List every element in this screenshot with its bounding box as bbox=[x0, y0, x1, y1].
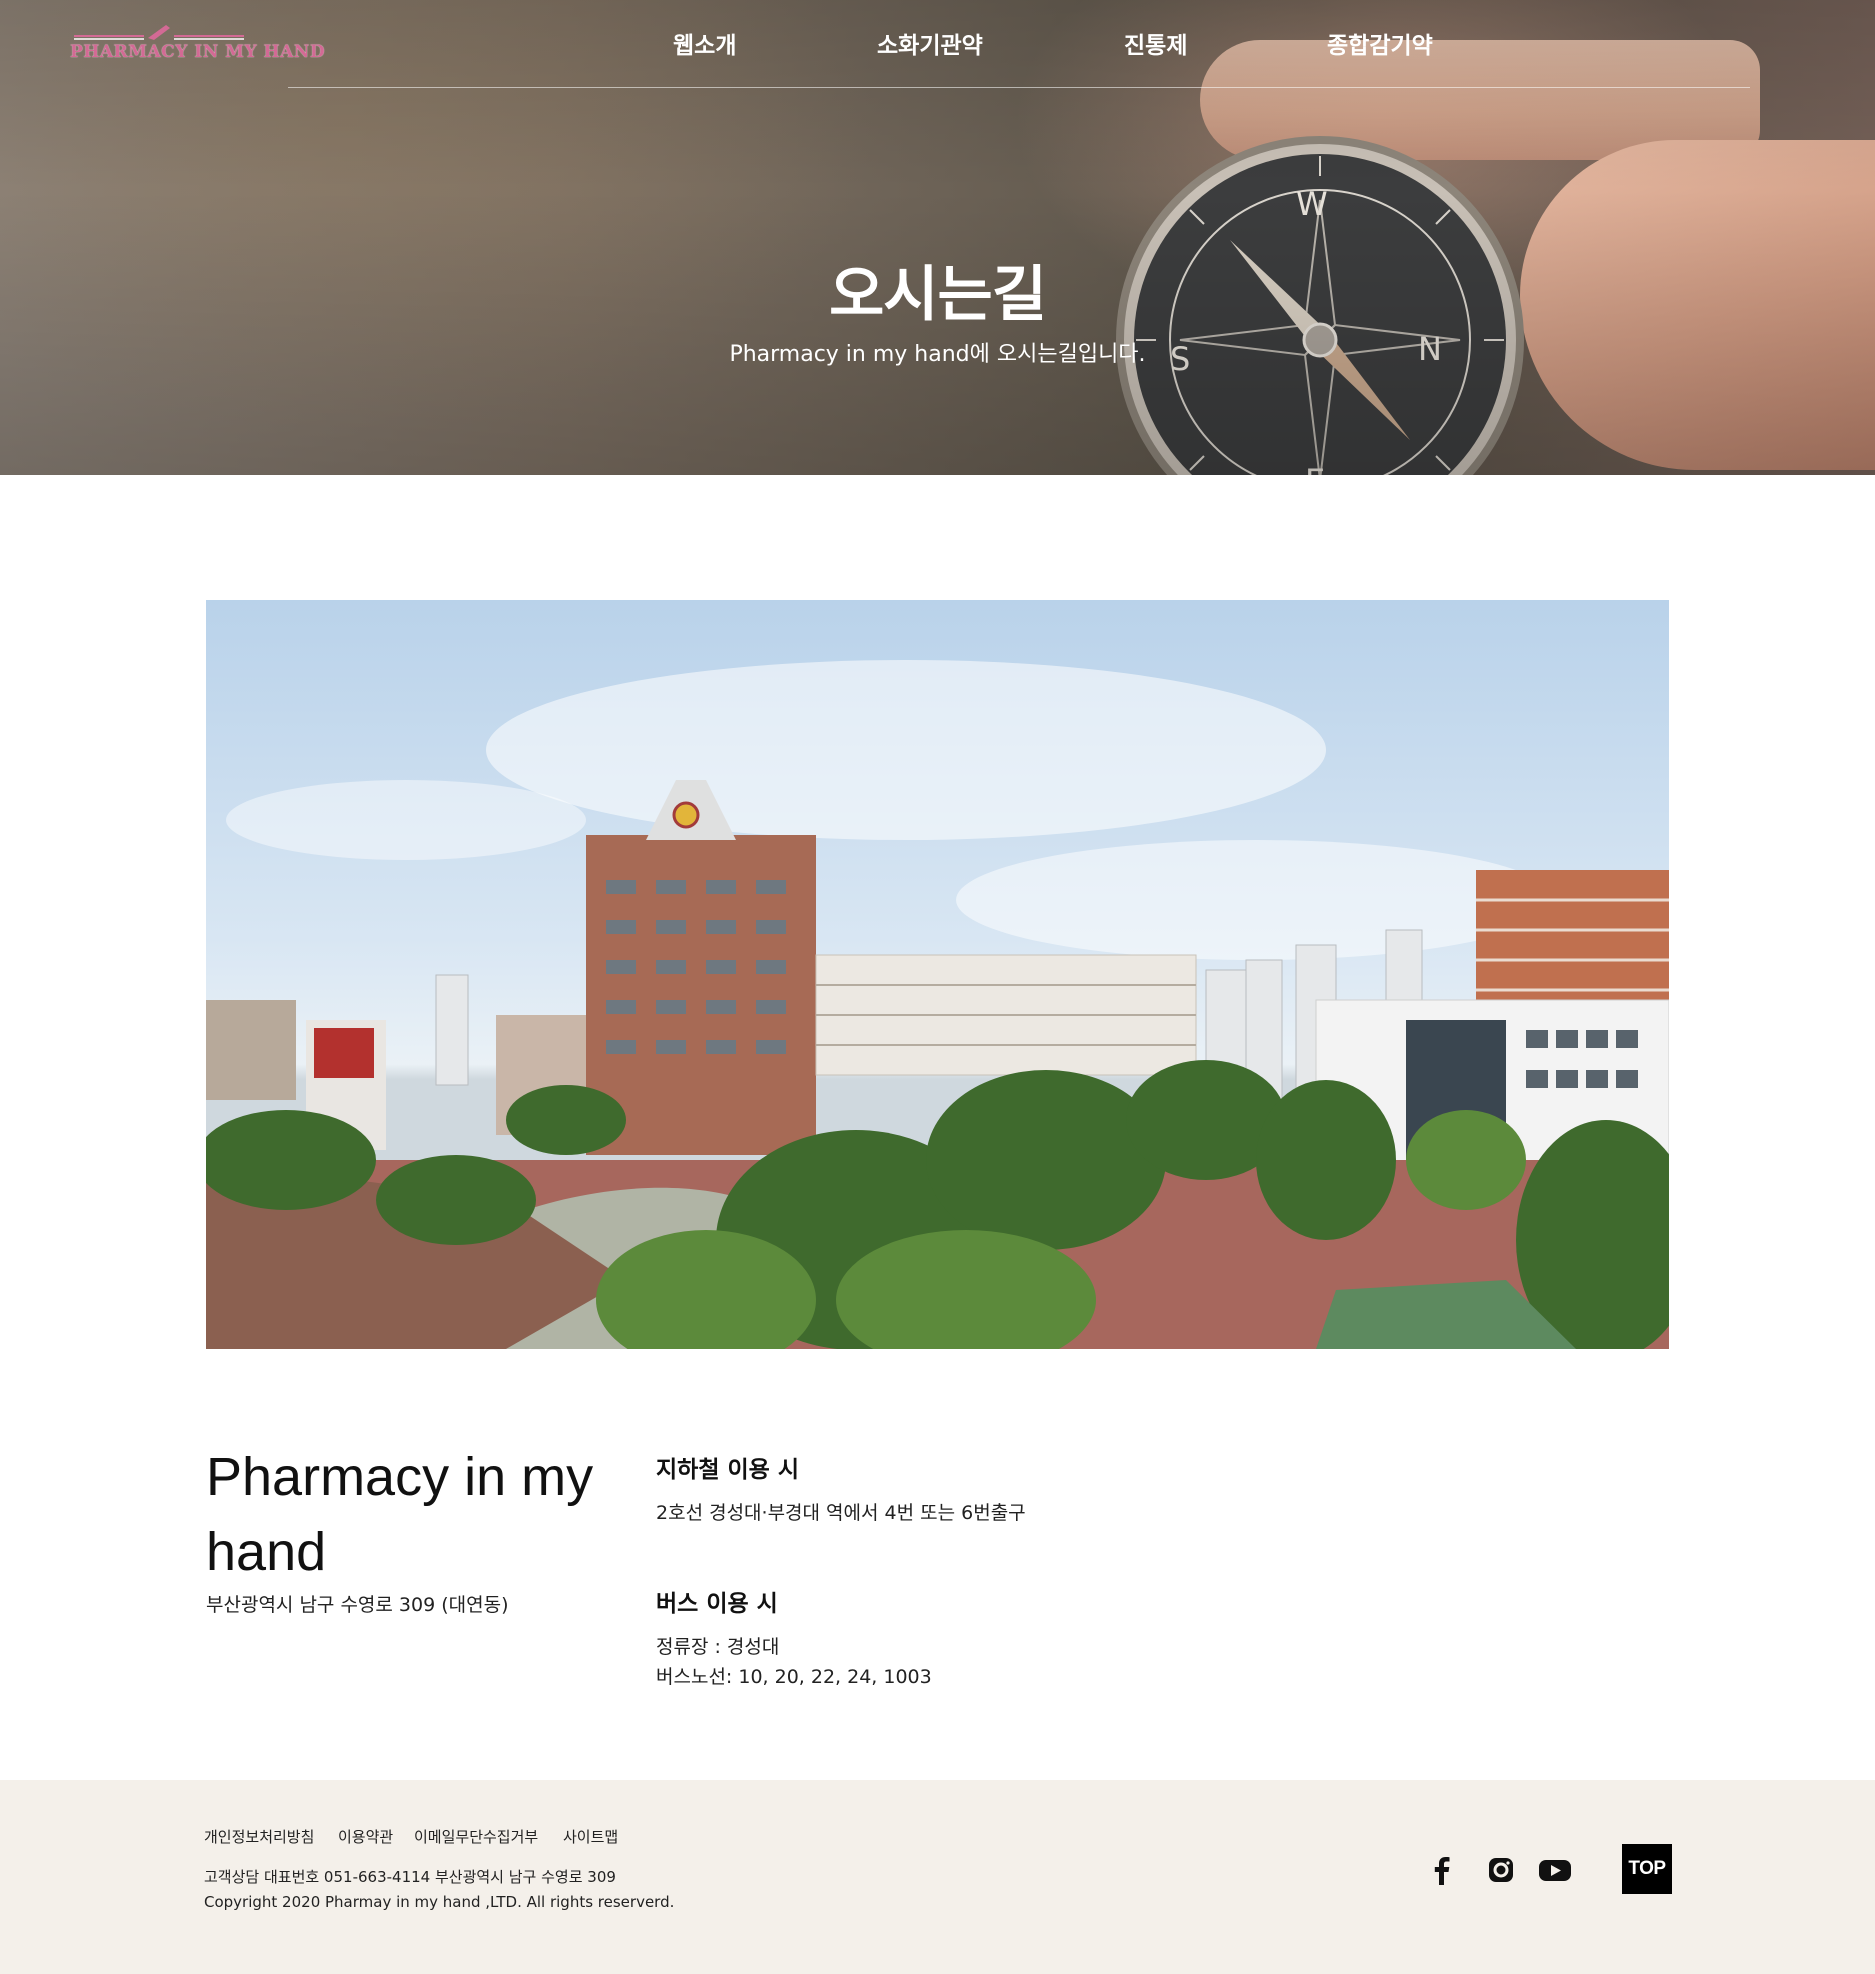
main-nav: 웹소개 소화기관약 진통제 종합감기약 bbox=[0, 0, 1875, 90]
hero-banner: W N S E PHARMACY IN MY HAND 웹소개 소화기관약 진통… bbox=[0, 0, 1875, 475]
campus-photo bbox=[206, 600, 1669, 1349]
scroll-top-button[interactable]: TOP bbox=[1622, 1844, 1672, 1894]
footer-link-email-refusal[interactable]: 이메일무단수집거부 bbox=[414, 1826, 538, 1847]
nav-item-painkiller[interactable]: 진통제 bbox=[1124, 26, 1187, 60]
youtube-icon[interactable] bbox=[1537, 1854, 1573, 1886]
footer-copyright: Copyright 2020 Pharmay in my hand ,LTD. … bbox=[204, 1893, 675, 1911]
nav-item-cold-medicine[interactable]: 종합감기약 bbox=[1327, 26, 1433, 60]
footer-link-terms[interactable]: 이용약관 bbox=[338, 1826, 393, 1847]
footer-contact: 고객상담 대표번호 051-663-4114 부산광역시 남구 수영로 309 bbox=[204, 1868, 616, 1886]
subway-heading: 지하철 이용 시 bbox=[656, 1457, 799, 1483]
svg-text:E: E bbox=[1305, 462, 1325, 475]
page-title: 오시는길 bbox=[829, 260, 1047, 330]
facebook-icon[interactable] bbox=[1426, 1854, 1458, 1886]
location-title: Pharmacy in my hand bbox=[206, 1447, 594, 1582]
bus-routes: 버스노선: 10, 20, 22, 24, 1003 bbox=[656, 1666, 932, 1688]
bus-heading: 버스 이용 시 bbox=[656, 1591, 778, 1617]
nav-item-digestive[interactable]: 소화기관약 bbox=[877, 26, 983, 60]
footer-link-privacy[interactable]: 개인정보처리방침 bbox=[204, 1826, 314, 1847]
instagram-icon[interactable] bbox=[1485, 1854, 1517, 1886]
page-subtitle: Pharmacy in my hand에 오시는길입니다. bbox=[729, 342, 1146, 367]
nav-divider bbox=[288, 87, 1750, 88]
subway-detail: 2호선 경성대·부경대 역에서 4번 또는 6번출구 bbox=[656, 1502, 1026, 1524]
bus-stop: 정류장 : 경성대 bbox=[656, 1636, 780, 1658]
footer-link-sitemap[interactable]: 사이트맵 bbox=[563, 1826, 618, 1847]
nav-item-web-intro[interactable]: 웹소개 bbox=[673, 26, 736, 60]
svg-text:W: W bbox=[1296, 185, 1328, 223]
location-address: 부산광역시 남구 수영로 309 (대연동) bbox=[206, 1594, 509, 1616]
